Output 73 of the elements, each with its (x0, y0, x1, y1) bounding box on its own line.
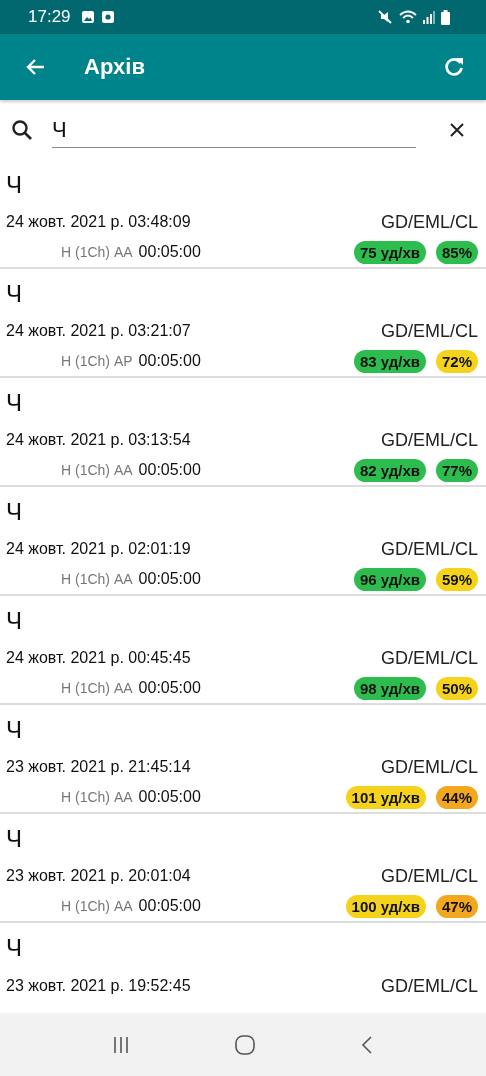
record-channel: Н (1Ch) АА (61, 244, 133, 261)
value-badge: 83 уд/хв (353, 349, 426, 373)
value-badge: 96 уд/хв (353, 567, 426, 591)
battery-icon (441, 9, 450, 25)
record-datetime: 24 жовт. 2021 р. 03:48:09 (6, 213, 192, 232)
record-name: Ч (6, 388, 23, 418)
record-mode: GD/EML/CL (380, 320, 478, 342)
record-item[interactable]: Ч 24 жовт. 2021 р. 00:45:45 GD/EML/CL Н (1Ch) АА 00:05:00 98 уд/хв 50% (0, 596, 486, 705)
record-item[interactable]: Ч 23 жовт. 2021 р. 21:45:14 GD/EML/CL Н (1Ch) АА 00:05:00 101 уд/хв 44% (0, 705, 486, 814)
record-name: Ч (6, 497, 23, 527)
value-badge: 47% (435, 894, 478, 918)
signal-icon (423, 10, 435, 24)
record-datetime: 24 жовт. 2021 р. 02:01:19 (6, 540, 192, 559)
close-icon (448, 121, 466, 139)
value-badge: 75 уд/хв (353, 240, 426, 264)
record-mode: GD/EML/CL (380, 975, 478, 997)
value-badge: 44% (435, 785, 478, 809)
record-name: Ч (6, 170, 23, 200)
image-icon (80, 10, 95, 24)
record-duration: 00:05:00 (138, 243, 201, 262)
record-name: Ч (6, 715, 23, 745)
search-icon (10, 118, 34, 142)
record-name: Ч (6, 279, 23, 309)
status-time: 17:29 (28, 7, 71, 27)
record-datetime: 24 жовт. 2021 р. 03:13:54 (6, 431, 192, 450)
record-item[interactable]: Ч 24 жовт. 2021 р. 02:01:19 GD/EML/CL Н (1Ch) АА 00:05:00 96 уд/хв 59% (0, 487, 486, 596)
value-badge: 72% (435, 349, 478, 373)
record-mode: GD/EML/CL (380, 865, 478, 887)
record-item[interactable]: Ч 23 жовт. 2021 р. 20:01:04 GD/EML/CL Н (1Ch) АА 00:05:00 100 уд/хв 47% (0, 814, 486, 923)
back-icon[interactable] (360, 1034, 374, 1055)
record-duration: 00:05:00 (138, 897, 201, 916)
record-channel: Н (1Ch) АА (61, 789, 133, 806)
record-datetime: 24 жовт. 2021 р. 03:21:07 (6, 322, 192, 341)
screen-title: Архів (84, 54, 145, 80)
record-duration: 00:05:00 (138, 788, 201, 807)
value-badge: 82 уд/хв (353, 458, 426, 482)
record-mode: GD/EML/CL (380, 429, 478, 451)
record-item[interactable]: Ч 24 жовт. 2021 р. 03:13:54 GD/EML/CL Н (1Ch) АА 00:05:00 82 уд/хв 77% (0, 378, 486, 487)
record-datetime: 24 жовт. 2021 р. 00:45:45 (6, 649, 192, 668)
record-datetime: 23 жовт. 2021 р. 20:01:04 (6, 867, 192, 886)
record-channel: Н (1Ch) АА (61, 571, 133, 588)
record-duration: 00:05:00 (138, 461, 201, 480)
value-badge: 50% (435, 676, 478, 700)
record-datetime: 23 жовт. 2021 р. 19:52:45 (6, 977, 192, 995)
camera-icon (100, 10, 115, 24)
record-duration: 00:05:00 (138, 352, 201, 371)
record-name: Ч (6, 606, 23, 636)
record-channel: Н (1Ch) АА (61, 898, 133, 915)
record-mode: GD/EML/CL (380, 538, 478, 560)
record-channel: Н (1Ch) АА (61, 462, 133, 479)
mute-icon (377, 9, 393, 25)
refresh-icon (442, 55, 466, 79)
value-badge: 98 уд/хв (353, 676, 426, 700)
record-name: Ч (6, 824, 23, 854)
record-item[interactable]: Ч 24 жовт. 2021 р. 03:21:07 GD/EML/CL Н (1Ch) АР 00:05:00 83 уд/хв 72% (0, 269, 486, 378)
value-badge: 100 уд/хв (345, 894, 426, 918)
record-name: Ч (6, 933, 23, 963)
home-icon[interactable] (234, 1033, 256, 1056)
recent-apps-icon[interactable] (112, 1034, 130, 1055)
record-channel: Н (1Ch) АР (61, 353, 133, 370)
record-duration: 00:05:00 (138, 570, 201, 589)
wifi-icon (399, 9, 417, 25)
value-badge: 101 уд/хв (345, 785, 426, 809)
value-badge: 77% (435, 458, 478, 482)
record-channel: Н (1Ch) АА (61, 680, 133, 697)
record-mode: GD/EML/CL (380, 647, 478, 669)
value-badge: 59% (435, 567, 478, 591)
value-badge: 85% (435, 240, 478, 264)
record-mode: GD/EML/CL (380, 211, 478, 233)
record-mode: GD/EML/CL (380, 756, 478, 778)
record-datetime: 23 жовт. 2021 р. 21:45:14 (6, 758, 192, 777)
record-item[interactable]: Ч 24 жовт. 2021 р. 03:48:09 GD/EML/CL Н (1Ch) АА 00:05:00 75 уд/хв 85% (0, 160, 486, 269)
record-duration: 00:05:00 (138, 679, 201, 698)
